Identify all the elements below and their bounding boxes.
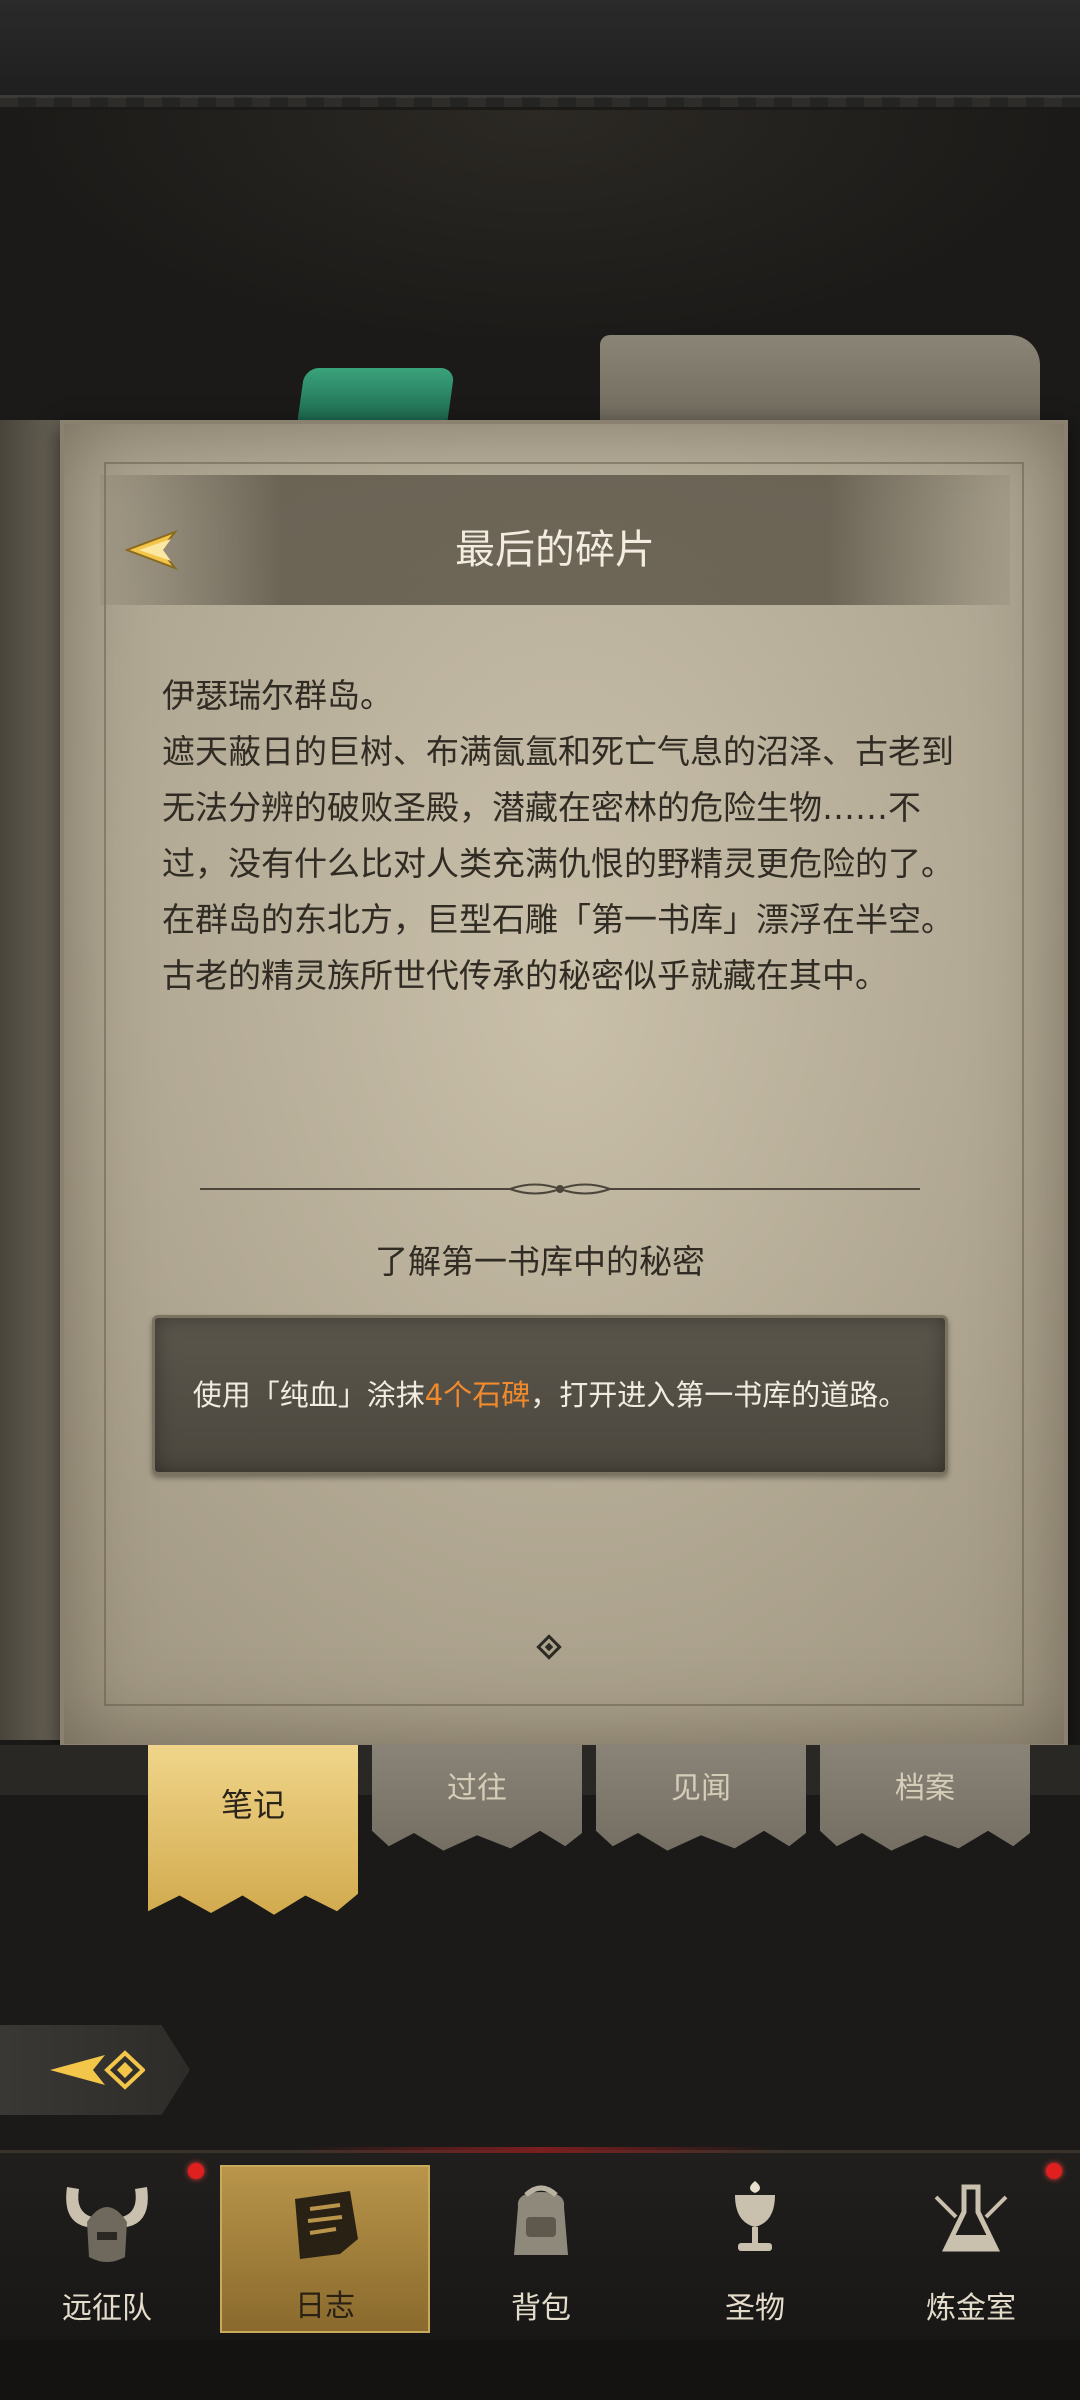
quest-objective: 使用「纯血」涂抹4个石碑，打开进入第一书库的道路。 xyxy=(152,1315,948,1475)
nav-journal-label: 日志 xyxy=(295,2289,355,2324)
top-bar xyxy=(0,0,1080,107)
expedition-badge xyxy=(188,2163,204,2179)
backpack-icon xyxy=(514,2185,568,2255)
story-text: 伊瑟瑞尔群岛。 遮天蔽日的巨树、布满氤氲和死亡气息的沼泽、古老到无法分辨的破败圣… xyxy=(162,676,954,995)
nav-expedition[interactable]: 远征队 xyxy=(2,2165,212,2333)
chalice-icon xyxy=(735,2181,775,2251)
nav-alchemy-label: 炼金室 xyxy=(926,2291,1016,2326)
tab-archives[interactable]: 档案 xyxy=(820,1745,1030,1851)
nav-expedition-label: 远征队 xyxy=(62,2291,152,2326)
journal-scroll-icon xyxy=(295,2191,358,2259)
nav-alchemy[interactable]: 炼金室 xyxy=(866,2165,1076,2333)
nav-journal[interactable]: 日志 xyxy=(220,2165,430,2333)
ornament-divider xyxy=(200,1183,920,1195)
journal-page xyxy=(60,420,1068,1748)
page-frame xyxy=(104,462,1024,1706)
alchemy-icon xyxy=(934,2184,1008,2252)
alchemy-badge xyxy=(1046,2163,1062,2179)
objective-text-before: 使用「纯血」涂抹 xyxy=(192,1378,425,1412)
scene-background xyxy=(0,110,1080,350)
page-title: 最后的碎片 xyxy=(455,527,655,573)
tab-sightings[interactable]: 见闻 xyxy=(596,1745,806,1851)
quest-title: 了解第一书库中的秘密 xyxy=(375,1242,705,1281)
nav-relics[interactable]: 圣物 xyxy=(650,2165,860,2333)
bottom-strip xyxy=(0,2340,1080,2400)
side-expand-button[interactable] xyxy=(0,2025,190,2115)
double-arrow-icon xyxy=(50,2050,145,2090)
objective-highlight: 4个石碑 xyxy=(424,1378,531,1412)
bottom-nav: 远征队 日志 背包 圣物 炼金室 xyxy=(0,2147,1080,2343)
objective-text: 使用「纯血」涂抹4个石碑，打开进入第一书库的道路。 xyxy=(193,1371,907,1419)
nav-backpack[interactable]: 背包 xyxy=(436,2165,646,2333)
tab-notes[interactable]: 笔记 xyxy=(148,1745,358,1915)
tab-past[interactable]: 过往 xyxy=(372,1745,582,1851)
viking-helmet-icon xyxy=(66,2187,148,2262)
objective-text-after: ，打开进入第一书库的道路。 xyxy=(530,1378,908,1412)
nav-relics-label: 圣物 xyxy=(725,2291,785,2326)
nav-backpack-label: 背包 xyxy=(511,2291,571,2326)
